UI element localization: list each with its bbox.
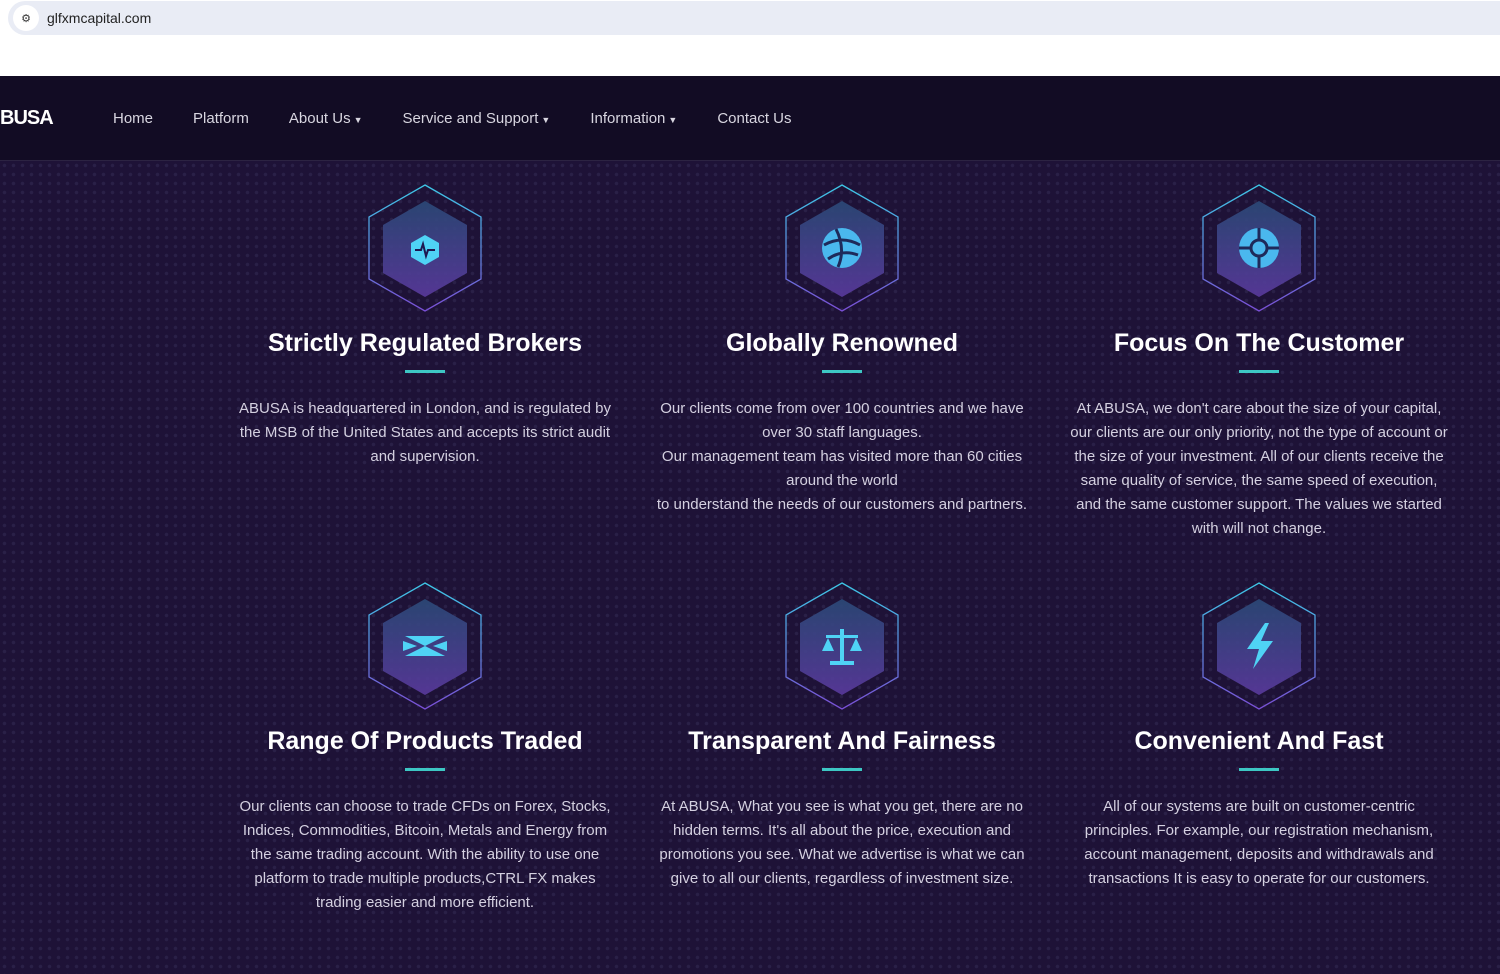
navbar: BUSA Home Platform About Us ▼ Service and Su… — [0, 76, 1500, 161]
feature-text: At ABUSA, we don't care about the size o… — [1070, 400, 1448, 537]
caret-down-icon: ▼ — [668, 114, 678, 125]
url-text[interactable]: glfxmcapital.com — [47, 10, 151, 26]
feature-card: Strictly Regulated Brokers ABUSA is headq… — [235, 183, 615, 469]
globe-icon — [785, 184, 899, 312]
feature-title: Range Of Products Traded — [267, 727, 583, 755]
nav-item-information[interactable]: Information ▼ — [590, 110, 677, 127]
scales-icon — [785, 582, 899, 710]
feature-card: Globally Renowned Our clients come from o… — [652, 183, 1032, 517]
feature-text: Our clients can choose to trade CFDs on … — [239, 798, 611, 911]
caret-down-icon: ▼ — [541, 114, 551, 125]
nav-item-label: Platform — [193, 109, 249, 127]
nav-item-label: About Us — [288, 109, 351, 127]
address-bar[interactable]: ⚙ glfxmcapital.com — [8, 1, 1500, 35]
logo[interactable]: BUSA — [0, 107, 113, 130]
feature-title: Strictly Regulated Brokers — [268, 329, 582, 357]
feature-title: Convenient And Fast — [1134, 727, 1384, 755]
feature-card: Focus On The Customer At ABUSA, we don't … — [1069, 183, 1449, 541]
caret-down-icon: ▼ — [353, 114, 363, 125]
feature-title: Focus On The Customer — [1113, 329, 1405, 357]
title-underline — [1239, 768, 1279, 771]
exchange-icon — [368, 582, 482, 710]
browser-bar: ⚙ glfxmcapital.com — [0, 0, 1500, 76]
nav-item-service-and-support[interactable]: Service and Support ▼ — [403, 110, 551, 127]
nav-item-about-us[interactable]: About Us ▼ — [289, 110, 363, 127]
target-icon — [1202, 184, 1316, 312]
nav-item-label: Home — [113, 109, 154, 127]
title-underline — [405, 370, 445, 373]
feature-card: Transparent And Fairness At ABUSA, What y… — [652, 581, 1032, 891]
nav-item-label: Information — [590, 109, 666, 127]
nav-item-label: Contact Us — [717, 109, 792, 127]
nav-item-home[interactable]: Home — [113, 110, 153, 127]
title-underline — [822, 768, 862, 771]
pulse-shield-icon — [368, 184, 482, 312]
features-section: Strictly Regulated Brokers ABUSA is headq… — [0, 161, 1500, 974]
site-settings-icon[interactable]: ⚙ — [13, 5, 39, 31]
title-underline — [1239, 370, 1279, 373]
feature-text: ABUSA is headquartered in London, and is… — [239, 400, 611, 465]
feature-text: All of our systems are built on customer… — [1084, 798, 1434, 887]
title-underline — [822, 370, 862, 373]
feature-title: Globally Renowned — [726, 329, 958, 357]
feature-text: Our clients come from over 100 countries… — [656, 400, 1028, 513]
feature-card: Range Of Products Traded Our clients can … — [235, 581, 615, 915]
nav-item-contact-us[interactable]: Contact Us — [717, 110, 791, 127]
lightning-icon — [1202, 582, 1316, 710]
nav-item-platform[interactable]: Platform — [193, 110, 249, 127]
feature-title: Transparent And Fairness — [688, 727, 996, 755]
nav-item-label: Service and Support — [402, 109, 539, 127]
title-underline — [405, 768, 445, 771]
feature-text: At ABUSA, What you see is what you get, … — [659, 798, 1025, 887]
feature-card: Convenient And Fast All of our systems ar… — [1069, 581, 1449, 891]
